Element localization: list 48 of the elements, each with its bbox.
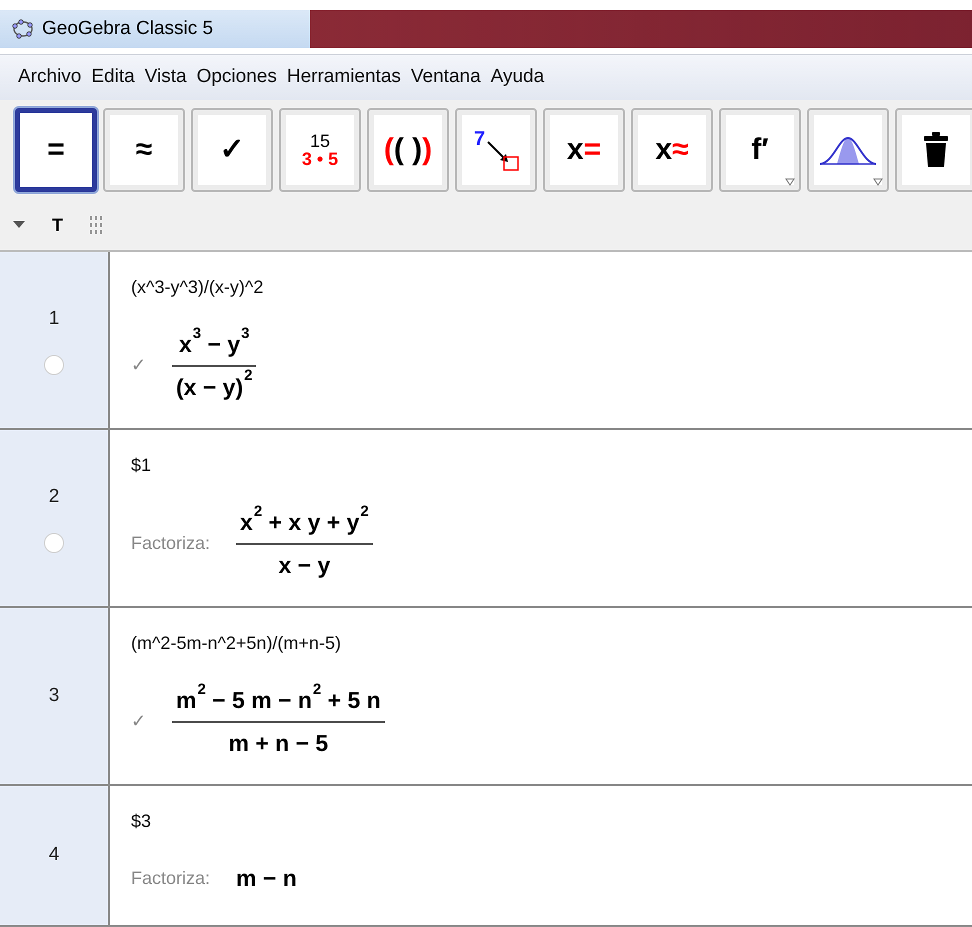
command-label: Factoriza: bbox=[131, 532, 210, 555]
denominator: x − y bbox=[277, 550, 332, 580]
input-text[interactable]: $3 bbox=[131, 808, 972, 835]
tool-button[interactable]: = bbox=[15, 108, 97, 192]
row-number: 4 bbox=[48, 843, 60, 868]
check-mark: ✓ bbox=[131, 710, 146, 733]
tool-button[interactable]: ≈ bbox=[103, 108, 185, 192]
tool-button[interactable]: ✓ bbox=[191, 108, 273, 192]
tool-button[interactable]: f′ bbox=[719, 108, 801, 192]
menu-item[interactable]: Ventana bbox=[410, 63, 481, 92]
text-style-button[interactable]: T bbox=[52, 212, 63, 238]
input-text[interactable]: (m^2-5m-n^2+5n)/(m+n-5) bbox=[131, 630, 972, 657]
bell-curve-icon bbox=[819, 134, 877, 166]
row-number: 2 bbox=[48, 484, 60, 509]
tool-button[interactable]: x= bbox=[543, 108, 625, 192]
arrow-square-icon bbox=[486, 140, 520, 172]
numerator: x$^{3}$ − y$^{3}$ bbox=[178, 327, 250, 359]
radio-button[interactable] bbox=[44, 533, 64, 554]
denominator: m + n − 5 bbox=[227, 728, 330, 758]
menu-item[interactable]: Herramientas bbox=[286, 63, 401, 92]
numerator: m$^{2}$ − 5 m − n$^{2}$ + 5 n bbox=[175, 683, 382, 715]
menu-item[interactable]: Opciones bbox=[196, 63, 277, 92]
dropdown-triangle-icon bbox=[873, 178, 883, 186]
check-mark: ✓ bbox=[131, 354, 146, 377]
row-number: 1 bbox=[48, 306, 60, 331]
tool-button[interactable] bbox=[895, 108, 972, 192]
menu-item[interactable]: Archivo bbox=[18, 63, 82, 92]
tool-button[interactable]: (( )) bbox=[367, 108, 449, 192]
menu-item[interactable]: Vista bbox=[144, 63, 187, 92]
row-number: 3 bbox=[48, 684, 60, 708]
tool-button[interactable]: 15 3 • 5 bbox=[279, 108, 361, 192]
tool-button[interactable]: x≈ bbox=[631, 108, 713, 192]
trash-icon bbox=[923, 132, 949, 168]
app-logo-icon bbox=[12, 19, 34, 39]
numerator: x$^{2}$ + x y + y$^{2}$ bbox=[239, 505, 370, 537]
dropdown-triangle-icon bbox=[785, 178, 795, 186]
radio-button[interactable] bbox=[44, 355, 64, 376]
denominator: (x − y)$^{2}$ bbox=[175, 370, 254, 402]
input-text[interactable]: $1 bbox=[131, 452, 972, 479]
output-expression: m − n bbox=[236, 864, 297, 893]
input-text[interactable]: (x^3-y^3)/(x-y)^2 bbox=[131, 274, 972, 301]
tool-button[interactable] bbox=[807, 108, 889, 192]
menu-item[interactable]: Ayuda bbox=[490, 63, 544, 92]
window-title: GeoGebra Classic 5 bbox=[42, 16, 214, 41]
menu-item[interactable]: Edita bbox=[91, 63, 135, 92]
tool-button[interactable]: 7 bbox=[455, 108, 537, 192]
collapse-triangle-icon[interactable] bbox=[12, 220, 26, 230]
command-label: Factoriza: bbox=[131, 866, 210, 890]
